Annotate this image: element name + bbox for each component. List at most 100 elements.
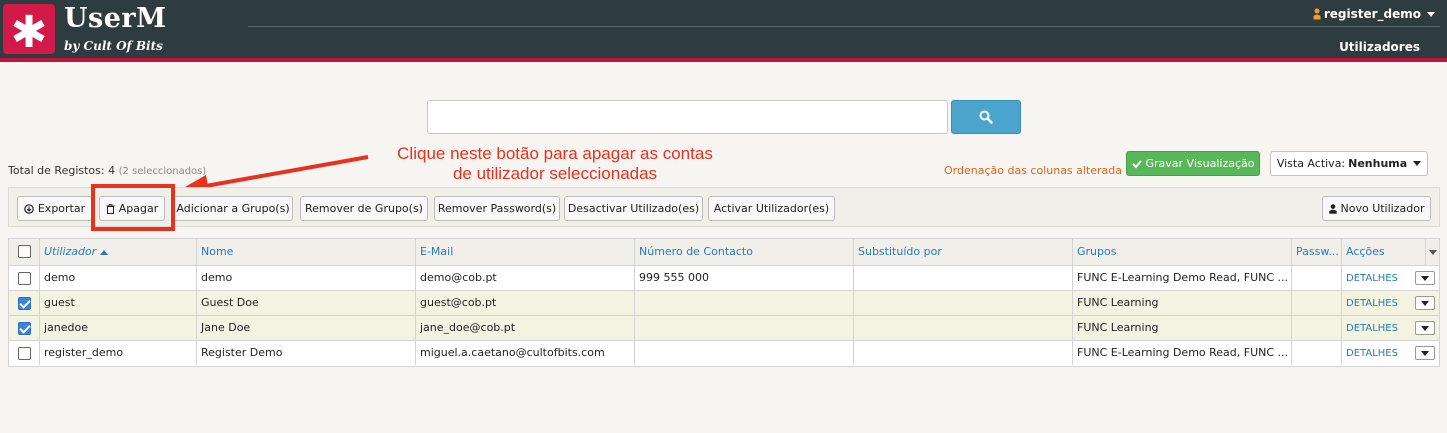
row-actions-dropdown[interactable] xyxy=(1415,346,1435,360)
records-total-label: Total de Registos: 4 xyxy=(8,164,116,177)
order-changed-message: Ordenação das colunas alterada xyxy=(944,164,1123,177)
cell-password xyxy=(1292,316,1342,340)
column-header-actions[interactable]: Acções xyxy=(1342,239,1426,265)
details-link[interactable]: DETALHES xyxy=(1346,323,1398,334)
chevron-down-icon xyxy=(1429,249,1437,255)
activate-user-label: Activar Utilizador(es) xyxy=(713,202,830,215)
row-checkbox[interactable] xyxy=(18,272,31,285)
select-all-checkbox[interactable] xyxy=(18,245,31,258)
cell-password xyxy=(1292,341,1342,365)
cell-email: jane_doe@cob.pt xyxy=(416,316,635,340)
remove-password-button[interactable]: Remover Password(s) xyxy=(434,196,560,221)
column-header-contact[interactable]: Número de Contacto xyxy=(635,239,854,265)
row-actions-dropdown[interactable] xyxy=(1415,296,1435,310)
column-header-user[interactable]: Utilizador xyxy=(40,239,197,265)
row-select-cell xyxy=(9,291,40,315)
active-view-value: Nenhuma xyxy=(1348,157,1408,170)
details-link[interactable]: DETALHES xyxy=(1346,348,1398,359)
chevron-down-icon xyxy=(1413,161,1422,166)
chevron-down-icon xyxy=(1421,300,1429,306)
asterisk-logo-icon: ✱ xyxy=(10,7,48,58)
column-header-groups[interactable]: Grupos xyxy=(1073,239,1292,265)
logo[interactable]: ✱ xyxy=(3,4,55,58)
check-icon xyxy=(1131,159,1142,168)
user-icon xyxy=(1328,203,1337,214)
bulk-actions-toolbar: Exportar Apagar Adicionar a Grupo(s) Rem… xyxy=(8,187,1440,227)
export-icon xyxy=(24,203,34,214)
column-header-replaced-by[interactable]: Substituído por xyxy=(854,239,1073,265)
row-actions-dropdown[interactable] xyxy=(1415,271,1435,285)
sort-ascending-icon xyxy=(100,249,109,255)
new-user-label: Novo Utilizador xyxy=(1340,202,1425,215)
deactivate-user-button[interactable]: Desactivar Utilizado(es) xyxy=(564,196,703,221)
cell-name: Guest Doe xyxy=(197,291,416,315)
cell-user: guest xyxy=(40,291,197,315)
cell-groups: FUNC E-Learning Demo Read, FUNC ... xyxy=(1073,341,1292,365)
row-checkbox[interactable] xyxy=(18,297,31,310)
cell-replaced-by xyxy=(854,291,1073,315)
cell-contact xyxy=(635,316,854,340)
table-row[interactable]: guest Guest Doe guest@cob.pt FUNC Learni… xyxy=(9,291,1439,316)
save-view-button[interactable]: Gravar Visualização xyxy=(1126,151,1260,176)
cell-contact: 999 555 000 xyxy=(635,266,854,290)
remove-from-group-button[interactable]: Remover de Grupo(s) xyxy=(300,196,428,221)
cell-groups: FUNC E-Learning Demo Read, FUNC ... xyxy=(1073,266,1292,290)
column-header-name[interactable]: Nome xyxy=(197,239,416,265)
cell-password xyxy=(1292,266,1342,290)
cell-groups: FUNC Learning xyxy=(1073,316,1292,340)
add-to-group-label: Adicionar a Grupo(s) xyxy=(176,202,290,215)
details-link[interactable]: DETALHES xyxy=(1346,298,1398,309)
nav-users[interactable]: Utilizadores xyxy=(1339,40,1420,54)
activate-user-button[interactable]: Activar Utilizador(es) xyxy=(708,196,835,221)
search-icon xyxy=(979,110,993,124)
column-header-password[interactable]: Passw... xyxy=(1292,239,1342,265)
records-total: Total de Registos: 4 (2 seleccionados) xyxy=(8,164,206,177)
deactivate-user-label: Desactivar Utilizado(es) xyxy=(567,202,700,215)
cell-email: guest@cob.pt xyxy=(416,291,635,315)
table-row[interactable]: register_demo Register Demo miguel.a.cae… xyxy=(9,341,1439,366)
active-view-dropdown[interactable]: Vista Activa: Nenhuma xyxy=(1270,151,1428,176)
chevron-down-icon xyxy=(1421,350,1429,356)
cell-user: demo xyxy=(40,266,197,290)
cell-replaced-by xyxy=(854,341,1073,365)
column-header-email[interactable]: E-Mail xyxy=(416,239,635,265)
search-button[interactable] xyxy=(951,100,1021,134)
row-select-cell xyxy=(9,266,40,290)
remove-from-group-label: Remover de Grupo(s) xyxy=(305,202,423,215)
row-checkbox[interactable] xyxy=(18,322,31,335)
details-link[interactable]: DETALHES xyxy=(1346,273,1398,284)
annotation-text: Clique neste botão para apagar as contas… xyxy=(340,144,770,184)
table-row[interactable]: demo demo demo@cob.pt 999 555 000 FUNC E… xyxy=(9,266,1439,291)
new-user-button[interactable]: Novo Utilizador xyxy=(1322,196,1431,221)
user-name: register_demo xyxy=(1323,7,1421,21)
cell-groups: FUNC Learning xyxy=(1073,291,1292,315)
users-table: Utilizador Nome E-Mail Número de Contact… xyxy=(8,238,1440,367)
search-input[interactable] xyxy=(427,100,948,134)
app-header: ✱ UserM by Cult Of Bits register_demo Ut… xyxy=(0,0,1447,58)
cell-name: Register Demo xyxy=(197,341,416,365)
add-to-group-button[interactable]: Adicionar a Grupo(s) xyxy=(173,196,293,221)
row-checkbox[interactable] xyxy=(18,347,31,360)
annotation-line-1: Clique neste botão para apagar as contas xyxy=(397,144,713,163)
row-actions-dropdown[interactable] xyxy=(1415,321,1435,335)
chevron-down-icon xyxy=(1421,275,1429,281)
export-button[interactable]: Exportar xyxy=(17,196,92,221)
header-accent-bar xyxy=(0,58,1447,62)
columns-menu-toggle[interactable] xyxy=(1426,239,1440,265)
cell-email: miguel.a.caetano@cultofbits.com xyxy=(416,341,635,365)
cell-contact xyxy=(635,291,854,315)
table-row[interactable]: janedoe Jane Doe jane_doe@cob.pt FUNC Le… xyxy=(9,316,1439,341)
records-selected-count: (2 seleccionados) xyxy=(118,166,207,177)
cell-name: Jane Doe xyxy=(197,316,416,340)
cell-contact xyxy=(635,341,854,365)
annotation-line-2: de utilizador seleccionadas xyxy=(452,164,658,183)
user-menu[interactable]: register_demo xyxy=(1313,7,1435,21)
user-icon xyxy=(1313,8,1321,20)
brand-subtitle: by Cult Of Bits xyxy=(64,39,163,53)
select-all-cell xyxy=(9,239,40,265)
cell-user: register_demo xyxy=(40,341,197,365)
cell-email: demo@cob.pt xyxy=(416,266,635,290)
cell-replaced-by xyxy=(854,316,1073,340)
cell-user: janedoe xyxy=(40,316,197,340)
row-select-cell xyxy=(9,316,40,340)
